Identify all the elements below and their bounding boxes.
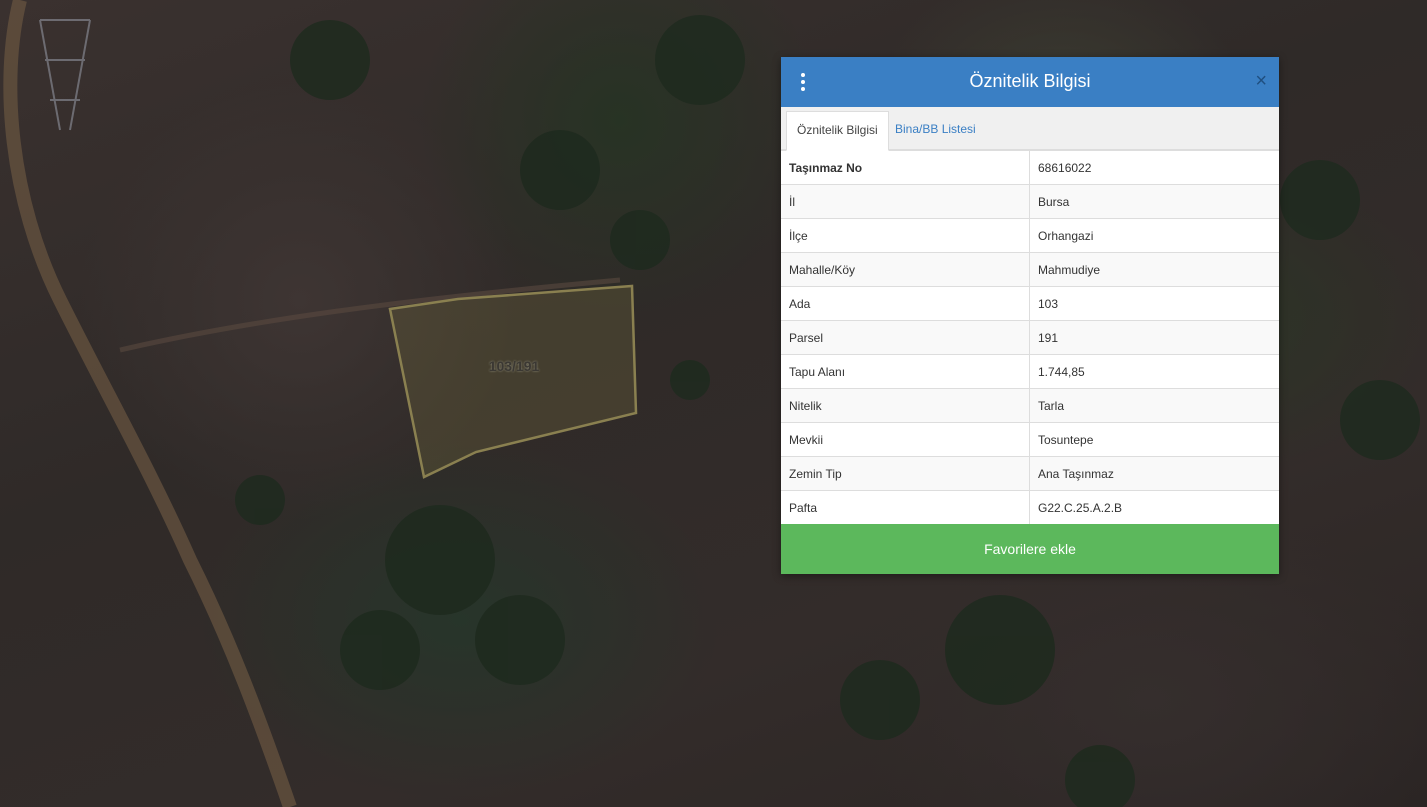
row-key: Mahalle/Köy: [781, 252, 1030, 287]
row-value: 68616022: [1029, 150, 1279, 185]
row-key: Mevkii: [781, 422, 1030, 457]
row-key: Taşınmaz No: [781, 150, 1030, 185]
row-value: 191: [1029, 320, 1279, 355]
row-key: İl: [781, 184, 1030, 219]
table-row: Mahalle/Köy Mahmudiye: [781, 252, 1279, 287]
row-key: Nitelik: [781, 388, 1030, 423]
row-value: Orhangazi: [1029, 218, 1279, 253]
table-row: İlçe Orhangazi: [781, 218, 1279, 253]
attribute-table: Taşınmaz No 68616022 İl Bursa İlçe Orhan…: [781, 150, 1279, 524]
tab-bar: Öznitelik Bilgisi Bina/BB Listesi: [781, 107, 1279, 151]
table-row: Parsel 191: [781, 320, 1279, 355]
row-key: Tapu Alanı: [781, 354, 1030, 389]
attribute-info-panel: Öznitelik Bilgisi × Öznitelik Bilgisi Bi…: [781, 57, 1279, 574]
table-row: İl Bursa: [781, 184, 1279, 219]
table-row: Taşınmaz No 68616022: [781, 150, 1279, 185]
row-value: Ana Taşınmaz: [1029, 456, 1279, 491]
add-to-favorites-button[interactable]: Favorilere ekle: [781, 524, 1279, 574]
table-row: Pafta G22.C.25.A.2.B: [781, 490, 1279, 524]
parcel-label: 103/191: [488, 358, 540, 374]
row-key: Ada: [781, 286, 1030, 321]
row-key: Parsel: [781, 320, 1030, 355]
tab-building-list[interactable]: Bina/BB Listesi: [885, 111, 986, 148]
panel-header: Öznitelik Bilgisi ×: [781, 57, 1279, 107]
row-value: Tarla: [1029, 388, 1279, 423]
row-value: G22.C.25.A.2.B: [1029, 490, 1279, 524]
table-row: Zemin Tip Ana Taşınmaz: [781, 456, 1279, 491]
row-key: Zemin Tip: [781, 456, 1030, 491]
row-key: İlçe: [781, 218, 1030, 253]
row-value: Mahmudiye: [1029, 252, 1279, 287]
row-value: 103: [1029, 286, 1279, 321]
table-row: Ada 103: [781, 286, 1279, 321]
row-key: Pafta: [781, 490, 1030, 524]
row-value: 1.744,85: [1029, 354, 1279, 389]
table-row: Tapu Alanı 1.744,85: [781, 354, 1279, 389]
parcel-polygon: [388, 284, 638, 479]
row-value: Tosuntepe: [1029, 422, 1279, 457]
table-row: Nitelik Tarla: [781, 388, 1279, 423]
table-row: Mevkii Tosuntepe: [781, 422, 1279, 457]
close-icon[interactable]: ×: [1255, 71, 1267, 91]
tab-attribute-info[interactable]: Öznitelik Bilgisi: [786, 111, 889, 151]
panel-title: Öznitelik Bilgisi: [969, 71, 1091, 91]
row-value: Bursa: [1029, 184, 1279, 219]
